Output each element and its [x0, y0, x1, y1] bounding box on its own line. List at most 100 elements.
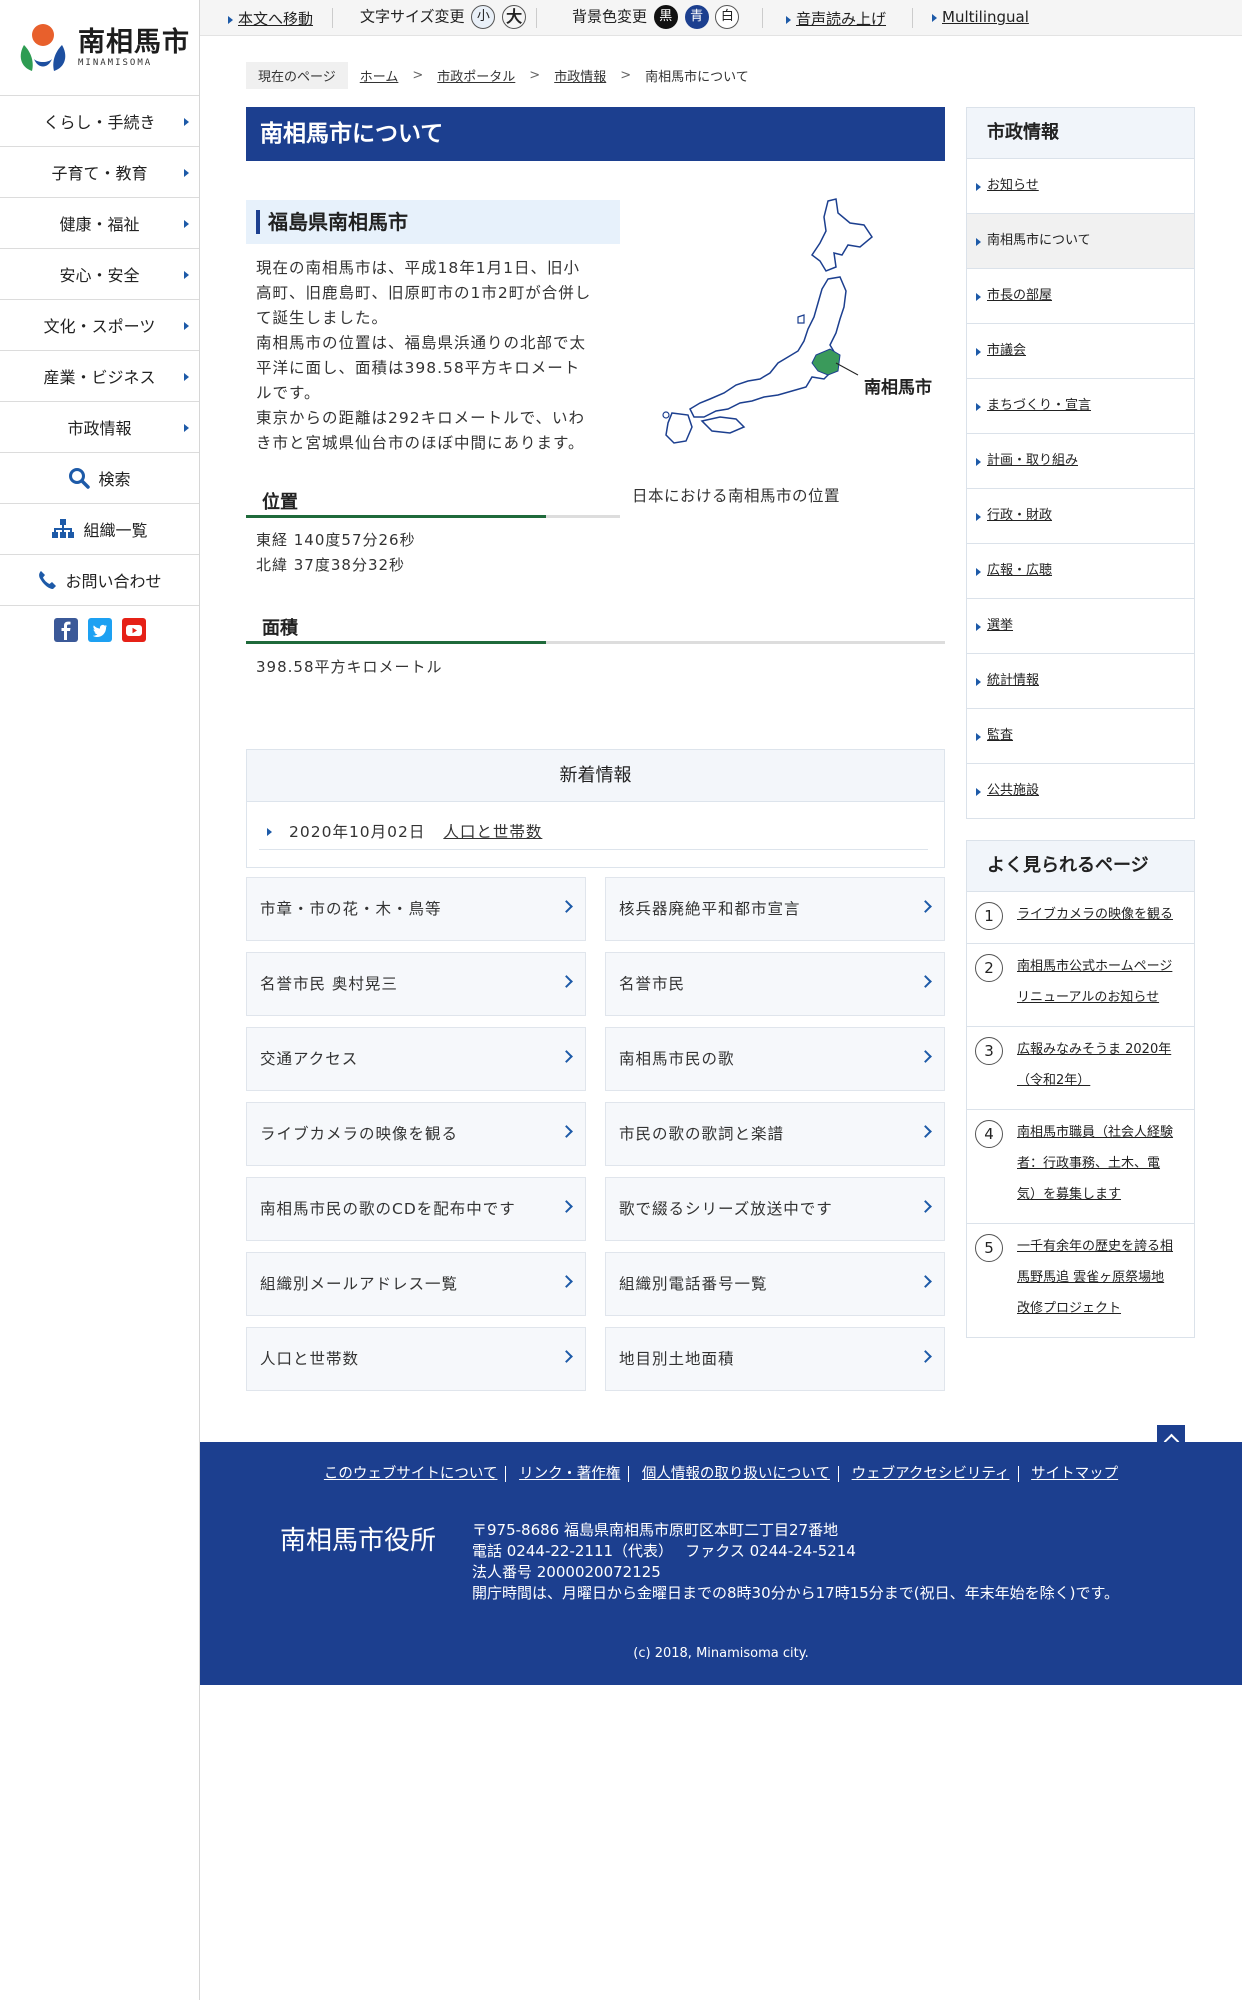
- page-title: 南相馬市について: [246, 107, 945, 161]
- breadcrumb-separator: >: [412, 67, 424, 83]
- breadcrumb-portal[interactable]: 市政ポータル: [437, 66, 515, 85]
- nav-kurashi[interactable]: くらし・手続き: [0, 96, 199, 147]
- side-menu-item[interactable]: 広報・広聴: [966, 544, 1195, 599]
- chevron-right-icon: [560, 1350, 573, 1363]
- phone-icon: [39, 571, 57, 589]
- rank-number: 4: [975, 1120, 1003, 1148]
- city-emblem-icon: [14, 19, 72, 77]
- chevron-right-icon: [919, 1050, 932, 1063]
- position-heading: 位置: [246, 482, 620, 518]
- bg-black-button[interactable]: 黒: [653, 5, 678, 29]
- chevron-right-icon: [560, 1125, 573, 1138]
- popular-pages-title: よく見られるページ: [966, 840, 1195, 892]
- footer-org-name: 南相馬市役所: [280, 1526, 437, 1556]
- link-card[interactable]: 人口と世帯数: [246, 1327, 586, 1391]
- bg-blue-button[interactable]: 青: [684, 5, 709, 29]
- nav-anshin[interactable]: 安心・安全: [0, 249, 199, 300]
- nav-bunka[interactable]: 文化・スポーツ: [0, 300, 199, 351]
- breadcrumb-separator: >: [620, 67, 632, 83]
- multilingual-link[interactable]: Multilingual: [932, 8, 1029, 26]
- side-menu-item[interactable]: 市長の部屋: [966, 269, 1195, 324]
- popular-item[interactable]: 3 広報みなみそうま 2020年 （令和2年）: [966, 1027, 1195, 1110]
- triangle-right-icon: [976, 183, 981, 191]
- nav-sangyo[interactable]: 産業・ビジネス: [0, 351, 199, 402]
- news-box: 新着情報 2020年10月02日 人口と世帯数: [246, 749, 945, 868]
- twitter-icon[interactable]: [87, 618, 112, 642]
- side-menu-item[interactable]: 公共施設: [966, 764, 1195, 819]
- chevron-right-icon: [184, 220, 189, 228]
- skip-to-content-link[interactable]: 本文へ移動: [228, 8, 313, 29]
- nav-kenko[interactable]: 健康・福祉: [0, 198, 199, 249]
- rank-number: 3: [975, 1037, 1003, 1065]
- link-card[interactable]: 組織別メールアドレス一覧: [246, 1252, 586, 1316]
- link-card[interactable]: 南相馬市民の歌のCDを配布中です: [246, 1177, 586, 1241]
- news-title: 新着情報: [247, 750, 944, 802]
- side-menu-item-active[interactable]: 南相馬市について: [966, 214, 1195, 269]
- link-card[interactable]: 核兵器廃絶平和都市宣言: [605, 877, 945, 941]
- link-card[interactable]: 市民の歌の歌詞と楽譜: [605, 1102, 945, 1166]
- youtube-icon[interactable]: [121, 618, 146, 642]
- link-card[interactable]: 南相馬市民の歌: [605, 1027, 945, 1091]
- triangle-right-icon: [976, 458, 981, 466]
- section-heading: 福島県南相馬市: [246, 200, 620, 244]
- position-values: 東経 140度57分26秒 北緯 37度38分32秒: [256, 531, 416, 574]
- breadcrumb-home[interactable]: ホーム: [360, 66, 399, 85]
- popular-item[interactable]: 2 南相馬市公式ホームページ リニューアルのお知らせ: [966, 944, 1195, 1027]
- footer-links: このウェブサイトについて リンク・著作権 個人情報の取り扱いについて ウェブアク…: [200, 1462, 1242, 1483]
- contact-link[interactable]: お問い合わせ: [0, 555, 199, 606]
- rank-number: 2: [975, 954, 1003, 982]
- org-list-link[interactable]: 組織一覧: [0, 504, 199, 555]
- side-menu-item[interactable]: お知らせ: [966, 159, 1195, 214]
- side-menu-item[interactable]: 選挙: [966, 599, 1195, 654]
- side-menu-item[interactable]: まちづくり・宣言: [966, 379, 1195, 434]
- nav-kosodate[interactable]: 子育て・教育: [0, 147, 199, 198]
- breadcrumb: 現在のページ ホーム > 市政ポータル > 市政情報 > 南相馬市について: [246, 61, 749, 89]
- popular-item[interactable]: 1 ライブカメラの映像を観る: [966, 892, 1195, 944]
- nav-shisei[interactable]: 市政情報: [0, 402, 199, 453]
- divider: [912, 8, 913, 28]
- link-card[interactable]: 交通アクセス: [246, 1027, 586, 1091]
- triangle-right-icon: [786, 15, 791, 24]
- side-menu-item[interactable]: 市議会: [966, 324, 1195, 379]
- footer-copyright: (c) 2018, Minamisoma city.: [633, 1646, 809, 1661]
- link-card[interactable]: 名誉市民 奥村晃三: [246, 952, 586, 1016]
- side-menu-item[interactable]: 行政・財政: [966, 489, 1195, 544]
- chevron-right-icon: [560, 975, 573, 988]
- triangle-right-icon: [932, 13, 937, 22]
- link-card[interactable]: ライブカメラの映像を観る: [246, 1102, 586, 1166]
- footer-link-about[interactable]: このウェブサイトについて: [324, 1466, 498, 1482]
- org-chart-icon: [52, 519, 75, 538]
- link-card[interactable]: 組織別電話番号一覧: [605, 1252, 945, 1316]
- link-card[interactable]: 市章・市の花・木・鳥等: [246, 877, 586, 941]
- triangle-right-icon: [976, 513, 981, 521]
- popular-item[interactable]: 5 一千有余年の歴史を誇る相 馬野馬追 雲雀ヶ原祭場地 改修プロジェクト: [966, 1224, 1195, 1338]
- font-size-control: 文字サイズ変更 小 大: [360, 5, 527, 29]
- footer-link-copyright[interactable]: リンク・著作権: [519, 1466, 620, 1482]
- link-card[interactable]: 名誉市民: [605, 952, 945, 1016]
- triangle-right-icon: [976, 623, 981, 631]
- footer-link-sitemap[interactable]: サイトマップ: [1031, 1466, 1118, 1482]
- facebook-icon[interactable]: [53, 618, 78, 642]
- japan-location-map: 南相馬市: [632, 195, 952, 445]
- voice-reader-link[interactable]: 音声読み上げ: [786, 8, 886, 29]
- footer-link-accessibility[interactable]: ウェブアクセシビリティ: [852, 1466, 1010, 1482]
- breadcrumb-info[interactable]: 市政情報: [554, 66, 606, 85]
- footer-address: 〒975-8686 福島県南相馬市原町区本町二丁目27番地 電話 0244-22…: [472, 1521, 1120, 1602]
- popular-item[interactable]: 4 南相馬市職員（社会人経験 者：行政事務、土木、電 気）を募集します: [966, 1110, 1195, 1224]
- side-menu-item[interactable]: 統計情報: [966, 654, 1195, 709]
- font-small-button[interactable]: 小: [471, 5, 496, 29]
- bg-color-control: 背景色変更 黒 青 白: [572, 5, 740, 29]
- rank-number: 1: [975, 902, 1003, 930]
- side-menu-item[interactable]: 監査: [966, 709, 1195, 764]
- font-large-button[interactable]: 大: [502, 5, 527, 29]
- bg-white-button[interactable]: 白: [715, 5, 740, 29]
- side-menu-item[interactable]: 計画・取り組み: [966, 434, 1195, 489]
- news-link[interactable]: 人口と世帯数: [443, 823, 542, 841]
- link-card[interactable]: 歌で綴るシリーズ放送中です: [605, 1177, 945, 1241]
- link-card[interactable]: 地目別土地面積: [605, 1327, 945, 1391]
- site-logo[interactable]: 南相馬市 MINAMISOMA: [0, 0, 199, 96]
- search-link[interactable]: 検索: [0, 453, 199, 504]
- footer-link-privacy[interactable]: 個人情報の取り扱いについて: [642, 1466, 830, 1482]
- triangle-right-icon: [976, 238, 981, 246]
- triangle-right-icon: [976, 568, 981, 576]
